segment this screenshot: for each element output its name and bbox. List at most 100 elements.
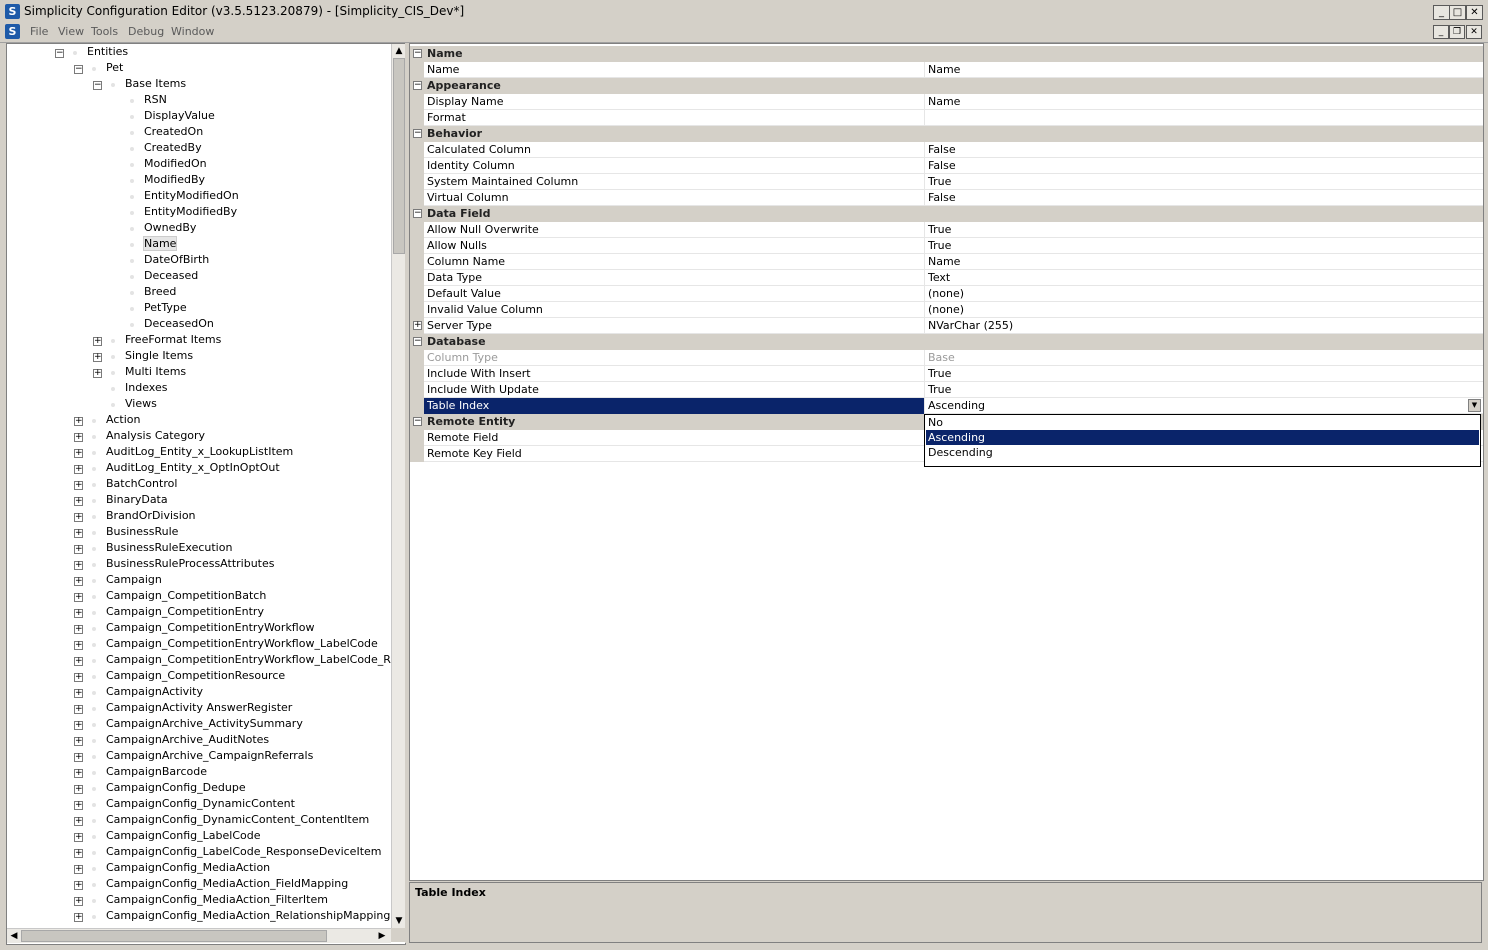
tree-node-entity[interactable]: + BusinessRule — [7, 525, 387, 541]
expand-icon[interactable]: + — [74, 449, 83, 458]
property-row[interactable]: Column Name Name — [410, 254, 1483, 270]
maximize-button[interactable]: □ — [1449, 5, 1466, 20]
expand-icon[interactable]: + — [74, 737, 83, 746]
expand-icon[interactable]: + — [74, 721, 83, 730]
tree-node-base-item[interactable]: ModifiedOn — [7, 157, 387, 173]
expand-icon[interactable]: + — [74, 433, 83, 442]
collapse-icon[interactable]: − — [413, 129, 422, 138]
property-grid[interactable]: − Name Name Name − Appearance Display Name Name… — [409, 43, 1484, 881]
tree-node-pet[interactable]: − Pet — [7, 61, 387, 77]
property-value[interactable]: True — [928, 175, 951, 188]
expand-icon[interactable]: + — [74, 497, 83, 506]
tree-vertical-thumb[interactable] — [393, 58, 405, 254]
column-divider[interactable] — [924, 62, 925, 78]
column-divider[interactable] — [924, 222, 925, 238]
property-value[interactable]: NVarChar (255) — [928, 319, 1013, 332]
expand-icon[interactable]: + — [74, 865, 83, 874]
column-divider[interactable] — [924, 350, 925, 366]
tree-node-entity[interactable]: + CampaignConfig_LabelCode — [7, 829, 387, 845]
column-divider[interactable] — [924, 110, 925, 126]
property-row[interactable]: Default Value (none) — [410, 286, 1483, 302]
tree-node-base-item[interactable]: CreatedBy — [7, 141, 387, 157]
property-value[interactable]: False — [928, 159, 956, 172]
tree-node-entity[interactable]: + Campaign — [7, 573, 387, 589]
tree-node-base-item[interactable]: Breed — [7, 285, 387, 301]
property-row[interactable]: Identity Column False — [410, 158, 1483, 174]
expand-icon[interactable]: + — [74, 657, 83, 666]
minimize-button[interactable]: _ — [1433, 5, 1450, 20]
collapse-icon[interactable]: − — [413, 49, 422, 58]
tree-node-pet-child[interactable]: + Multi Items — [7, 365, 387, 381]
tree-node-base-item[interactable]: CreatedOn — [7, 125, 387, 141]
column-divider[interactable] — [924, 286, 925, 302]
property-value[interactable]: Name — [928, 95, 960, 108]
tree-node-entity[interactable]: + BusinessRuleExecution — [7, 541, 387, 557]
property-row[interactable]: Calculated Column False — [410, 142, 1483, 158]
tree-node-entity[interactable]: + CampaignArchive_AuditNotes — [7, 733, 387, 749]
property-row[interactable]: Data Type Text — [410, 270, 1483, 286]
tree-node-pet-child[interactable]: Indexes — [7, 381, 387, 397]
tree-node-base-item[interactable]: ModifiedBy — [7, 173, 387, 189]
tree-node-base-item[interactable]: DateOfBirth — [7, 253, 387, 269]
property-value[interactable]: True — [928, 367, 951, 380]
column-divider[interactable] — [924, 366, 925, 382]
menu-tools[interactable]: Tools — [91, 25, 118, 38]
dropdown-option-no[interactable]: No — [926, 415, 1479, 430]
menu-debug[interactable]: Debug — [128, 25, 164, 38]
expand-icon[interactable]: + — [74, 609, 83, 618]
tree-node-entity[interactable]: + CampaignConfig_DynamicContent_ContentIt… — [7, 813, 387, 829]
property-value[interactable]: Base — [928, 351, 955, 364]
property-value[interactable]: True — [928, 223, 951, 236]
property-value[interactable]: Text — [928, 271, 950, 284]
expand-icon[interactable]: + — [413, 321, 422, 330]
column-divider[interactable] — [924, 158, 925, 174]
collapse-icon[interactable]: − — [74, 65, 83, 74]
column-divider[interactable] — [924, 318, 925, 334]
expand-icon[interactable]: + — [74, 545, 83, 554]
property-row[interactable]: System Maintained Column True — [410, 174, 1483, 190]
property-row[interactable]: Allow Null Overwrite True — [410, 222, 1483, 238]
column-divider[interactable] — [924, 142, 925, 158]
tree-node-entity[interactable]: + Campaign_CompetitionEntryWorkflow — [7, 621, 387, 637]
mdi-restore-button[interactable]: ❐ — [1449, 25, 1465, 39]
category-row[interactable]: − Database — [410, 334, 1483, 350]
column-divider[interactable] — [924, 270, 925, 286]
expand-icon[interactable]: + — [74, 417, 83, 426]
entity-tree[interactable]: − Entities − Pet − Base Items RSN DisplayValue C… — [6, 43, 406, 945]
menu-file[interactable]: File — [30, 25, 48, 38]
property-row[interactable]: Format — [410, 110, 1483, 126]
property-value[interactable]: (none) — [928, 287, 964, 300]
category-row[interactable]: − Data Field — [410, 206, 1483, 222]
tree-node-entity[interactable]: + CampaignConfig_DynamicContent — [7, 797, 387, 813]
property-row[interactable]: Include With Insert True — [410, 366, 1483, 382]
expand-icon[interactable]: + — [74, 465, 83, 474]
dropdown-option-descending[interactable]: Descending — [926, 445, 1479, 460]
property-value[interactable]: (none) — [928, 303, 964, 316]
expand-icon[interactable]: + — [74, 689, 83, 698]
tree-horizontal-scrollbar[interactable]: ◀ ▶ — [7, 928, 391, 943]
table-index-dropdown-list[interactable]: No Ascending Descending — [924, 414, 1481, 467]
expand-icon[interactable]: + — [74, 897, 83, 906]
collapse-icon[interactable]: − — [413, 81, 422, 90]
collapse-icon[interactable]: − — [413, 209, 422, 218]
tree-node-pet-child[interactable]: + Single Items — [7, 349, 387, 365]
scroll-down-icon[interactable]: ▼ — [392, 914, 405, 928]
tree-node-entity[interactable]: + CampaignConfig_MediaAction_Relationship… — [7, 909, 390, 925]
mdi-minimize-button[interactable]: _ — [1433, 25, 1449, 39]
expand-icon[interactable]: + — [93, 369, 102, 378]
property-row[interactable]: + Server Type NVarChar (255) — [410, 318, 1483, 334]
tree-node-entity[interactable]: + Campaign_CompetitionEntryWorkflow_Label… — [7, 653, 405, 669]
tree-node-base-item[interactable]: Name — [7, 236, 387, 253]
property-row[interactable]: Allow Nulls True — [410, 238, 1483, 254]
tree-node-entity[interactable]: + Action — [7, 413, 387, 429]
tree-node-entity[interactable]: + Campaign_CompetitionEntry — [7, 605, 387, 621]
tree-node-base-item[interactable]: RSN — [7, 93, 387, 109]
collapse-icon[interactable]: − — [93, 81, 102, 90]
expand-icon[interactable]: + — [74, 881, 83, 890]
tree-node-base-item[interactable]: PetType — [7, 301, 387, 317]
tree-node-entity[interactable]: + CampaignConfig_LabelCode_ResponseDevice… — [7, 845, 387, 861]
tree-node-pet-child[interactable]: Views — [7, 397, 387, 413]
tree-node-entities[interactable]: − Entities — [7, 45, 387, 61]
expand-icon[interactable]: + — [74, 849, 83, 858]
property-value[interactable]: True — [928, 383, 951, 396]
